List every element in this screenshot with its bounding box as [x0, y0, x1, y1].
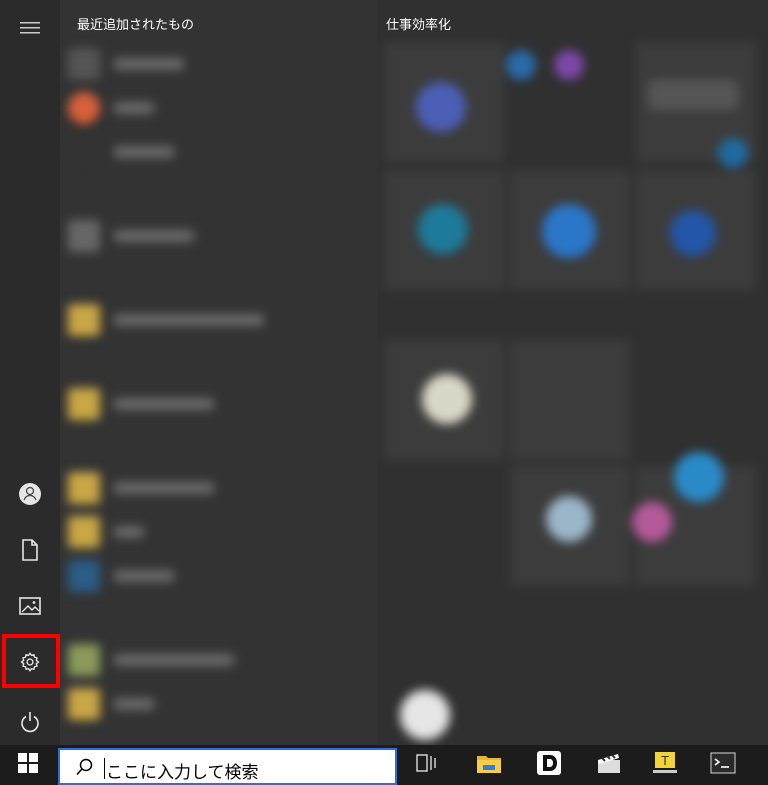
settings-highlight-box [2, 634, 60, 688]
app-list: 最近追加されたもの [60, 0, 378, 745]
search-placeholder: ここに入力して検索 [106, 763, 259, 783]
clapper-app-icon [596, 751, 622, 779]
tiles-area: 仕事効率化 [378, 0, 768, 745]
file-explorer-button[interactable] [464, 745, 514, 785]
list-item[interactable] [68, 644, 234, 676]
pictures-button[interactable] [0, 578, 60, 634]
list-item[interactable] [68, 472, 214, 504]
file-explorer-icon [476, 751, 502, 779]
user-icon [18, 482, 42, 506]
search-icon [76, 758, 94, 780]
list-item[interactable] [68, 388, 214, 420]
list-item[interactable] [68, 136, 174, 168]
terminal-button[interactable] [698, 745, 748, 785]
user-account-button[interactable] [0, 466, 60, 522]
list-item[interactable] [68, 516, 144, 548]
terminal-icon [710, 752, 736, 778]
d-app-icon [536, 750, 562, 780]
start-menu-rail [0, 0, 60, 745]
list-item[interactable] [68, 688, 154, 720]
svg-text:T: T [660, 754, 669, 768]
blurred-app-list [60, 0, 378, 745]
tile[interactable] [510, 340, 630, 460]
list-item[interactable] [68, 92, 154, 124]
taskbar: ここに入力して検索 T [0, 745, 768, 785]
list-item[interactable] [68, 304, 264, 336]
list-item[interactable] [68, 48, 184, 80]
search-box[interactable]: ここに入力して検索 [58, 748, 397, 785]
power-button[interactable] [0, 694, 60, 750]
blurred-tiles [378, 0, 768, 745]
menu-button[interactable] [0, 0, 60, 56]
text-app-icon: T [652, 751, 678, 779]
list-item[interactable] [68, 220, 194, 252]
list-item[interactable] [68, 560, 174, 592]
windows-start-icon [18, 753, 38, 777]
start-button[interactable] [0, 745, 56, 785]
task-view-icon [416, 754, 438, 776]
power-icon [20, 711, 40, 733]
text-cursor [104, 758, 105, 779]
d-app-button[interactable] [524, 745, 574, 785]
menu-icon [20, 21, 40, 35]
document-icon [21, 539, 39, 561]
text-app-button[interactable]: T [640, 745, 690, 785]
task-view-button[interactable] [402, 745, 452, 785]
pictures-icon [19, 597, 41, 615]
clapper-app-button[interactable] [584, 745, 634, 785]
documents-button[interactable] [0, 522, 60, 578]
